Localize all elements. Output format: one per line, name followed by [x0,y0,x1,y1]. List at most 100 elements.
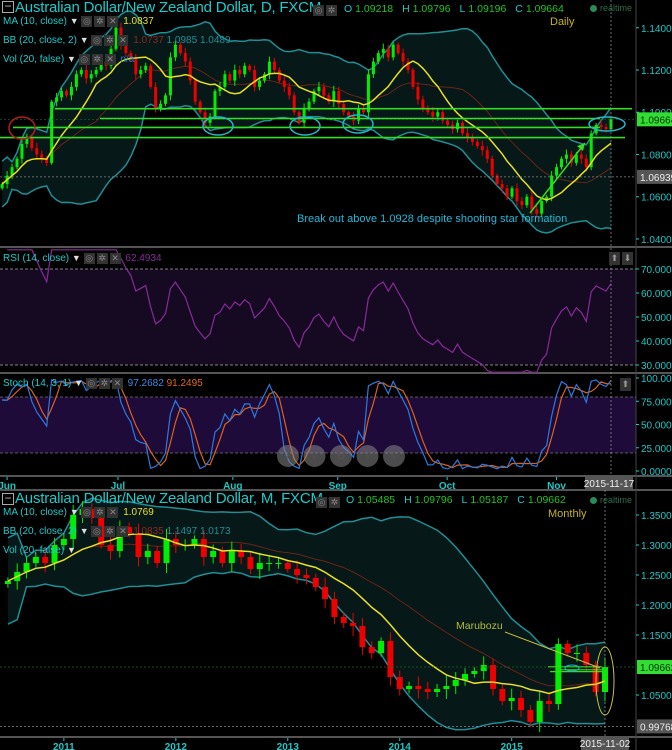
monthly-candle-body[interactable] [387,641,394,677]
monthly-candle-body[interactable] [256,563,263,569]
move-pane-up-button[interactable]: ⬆ [609,252,620,265]
daily-candle-body[interactable] [193,80,197,102]
daily-candle-body[interactable] [277,70,281,81]
gear-icon[interactable]: ✲ [104,35,116,46]
daily-candle-body[interactable] [530,196,534,210]
scroll-nav-button[interactable]: ↻ [330,445,352,467]
daily-candle-body[interactable] [386,48,390,58]
daily-candle-body[interactable] [139,70,143,75]
monthly-candle-body[interactable] [378,641,385,653]
daily-candle-body[interactable] [272,61,276,70]
monthly-candle-body[interactable] [359,626,366,647]
daily-candle-body[interactable] [381,48,385,54]
monthly-candle-body[interactable] [247,557,254,569]
stoch-label[interactable]: Stoch (14, 3, 1) [3,378,71,389]
monthly-candle-body[interactable] [490,665,497,689]
daily-candle-body[interactable] [258,80,262,87]
monthly-candle-body[interactable] [536,701,543,722]
monthly-candle-body[interactable] [312,578,319,587]
daily-candle-body[interactable] [223,74,227,87]
monthly-candle-body[interactable] [238,551,245,557]
daily-candle-body[interactable] [30,137,34,149]
daily-candle-body[interactable] [55,97,59,102]
daily-candle-body[interactable] [94,70,98,75]
daily-candle-body[interactable] [564,154,568,159]
monthly-candle-body[interactable] [107,545,114,551]
daily-candle-body[interactable] [164,95,167,104]
close-icon[interactable]: ✕ [111,378,123,389]
ma-label[interactable]: MA (10, close) [3,16,67,27]
monthly-candle-body[interactable] [42,557,49,563]
monthly-candle-body[interactable] [266,563,273,564]
refresh-icon[interactable]: ↻ [336,450,345,463]
monthly-candle-body[interactable] [191,539,198,545]
daily-candle-body[interactable] [396,44,400,54]
daily-candle-body[interactable] [391,44,395,58]
daily-candle-body[interactable] [65,91,68,96]
chart-canvas[interactable]: ‹‹↻›› 1.140001.120001.100001.080001.0600… [0,0,672,750]
daily-candle-body[interactable] [213,91,217,117]
daily-candle-body[interactable] [505,188,509,197]
monthly-candle-body[interactable] [200,539,207,557]
daily-candle-body[interactable] [475,141,479,147]
daily-candle-body[interactable] [69,86,73,96]
daily-candle-body[interactable] [376,53,380,62]
monthly-candle-body[interactable] [452,680,459,686]
eye-icon[interactable]: ◎ [78,54,90,65]
eye-icon[interactable]: ◎ [313,5,324,17]
gear-icon[interactable]: ✲ [94,507,106,518]
daily-candle-body[interactable] [579,154,583,159]
rsi-label[interactable]: RSI (14, close) [3,253,69,264]
move-pane-down-button[interactable]: ⬇ [622,252,633,265]
monthly-candle-body[interactable] [368,647,375,653]
close-icon[interactable]: ✕ [109,253,121,264]
daily-candle-body[interactable] [431,112,435,117]
monthly-candle-body[interactable] [154,551,161,563]
monthly-candle-body[interactable] [508,698,515,701]
monthly-candle-body[interactable] [499,689,506,701]
eye-icon[interactable]: ◎ [316,497,327,509]
scroll-nav-button[interactable]: ‹ [303,445,326,467]
scroll-nav-button[interactable]: › [383,445,405,467]
monthly-candle-body[interactable] [518,698,525,710]
monthly-candle-body[interactable] [527,710,534,722]
gear-icon[interactable]: ✲ [329,497,340,509]
monthly-candle-body[interactable] [331,599,338,617]
bb-dropdown-caret[interactable]: ▼ [80,35,89,45]
monthly-candle-body[interactable] [574,653,581,654]
daily-candle-body[interactable] [371,61,375,75]
scroll-nav-button[interactable]: ‹ [277,445,299,467]
monthly-candle-body[interactable] [4,581,11,584]
monthly-candle-body[interactable] [415,686,422,689]
daily-candle-body[interactable] [134,59,138,75]
daily-candle-body[interactable] [267,61,271,75]
chevron-left-icon[interactable]: ‹ [312,450,316,463]
ma-label[interactable]: MA (10, close) [3,507,67,518]
gear-icon[interactable]: ✲ [326,5,337,17]
daily-candle-body[interactable] [540,200,544,214]
daily-candle-body[interactable] [525,196,529,206]
scroll-nav-button[interactable]: › [356,445,379,467]
eye-icon[interactable]: ◎ [81,16,93,27]
bb-dropdown-caret[interactable]: ▼ [80,526,89,536]
move-pane-up-button[interactable]: ⬆ [620,378,631,391]
close-icon[interactable]: ✕ [117,526,129,537]
chevron-right-icon[interactable]: › [365,450,369,463]
daily-candle-body[interactable] [520,200,524,206]
daily-candle-body[interactable] [302,108,306,123]
daily-candle-body[interactable] [292,95,296,113]
vol-label[interactable]: Vol (20, false) [3,54,64,65]
daily-candle-body[interactable] [173,44,177,58]
close-icon[interactable]: ✕ [107,16,119,27]
daily-candle-body[interactable] [421,99,425,109]
vol-dropdown-caret[interactable]: ▼ [67,54,76,64]
daily-candle-body[interactable] [584,158,588,168]
monthly-candle-body[interactable] [350,623,357,626]
monthly-candle-body[interactable] [480,665,487,671]
monthly-candle-body[interactable] [144,551,151,557]
monthly-candle-body[interactable] [32,557,39,563]
monthly-candle-body[interactable] [284,563,291,569]
stoch-dropdown-caret[interactable]: ▼ [74,378,83,388]
gear-icon[interactable]: ✲ [94,16,106,27]
daily-candle-body[interactable] [15,158,19,168]
